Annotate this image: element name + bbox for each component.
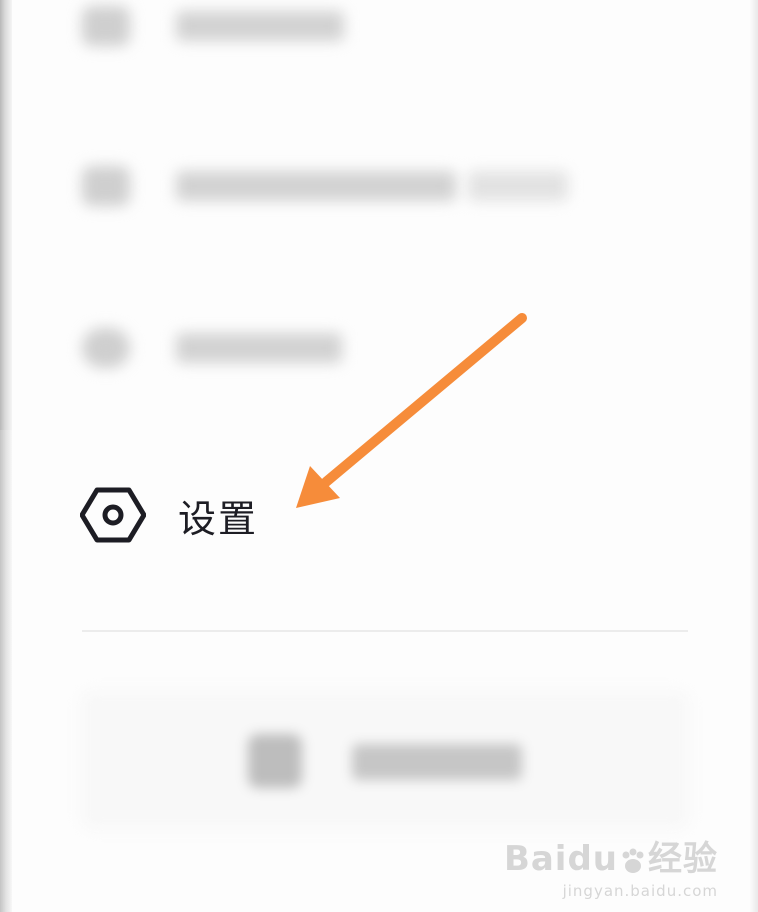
watermark-url: jingyan.baidu.com [562,882,718,900]
watermark-brand-suffix: 经验 [648,839,718,879]
watermark-brand: Baidu [503,839,618,879]
annotation-arrow [296,313,527,508]
paw-icon [622,848,644,873]
baidu-watermark: Baidu 经验 jingyan.baidu.com [504,831,718,900]
app-screen: 设置 Baidu 经验 jingyan.baidu.com [0,0,758,912]
